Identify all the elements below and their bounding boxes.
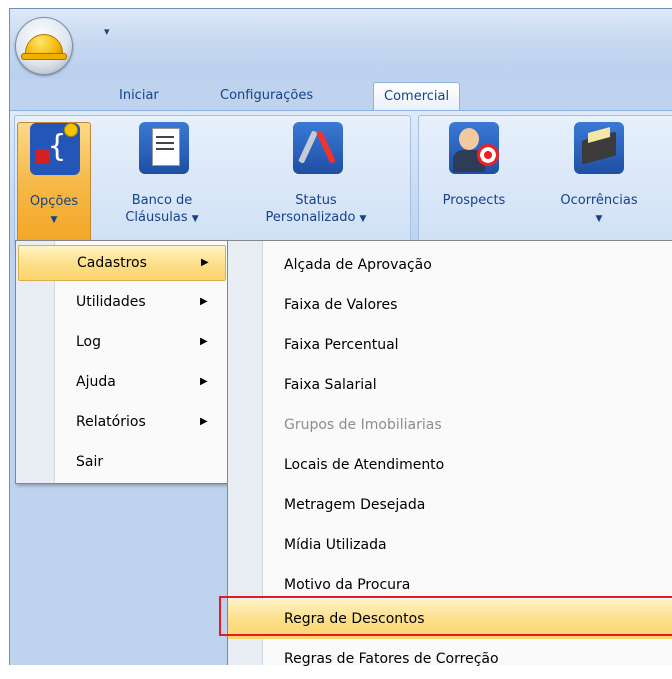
menu-item-ajuda[interactable]: Ajuda ▶: [18, 365, 224, 399]
submenu-item-faixa-valores[interactable]: Faixa de Valores: [228, 285, 672, 325]
status-personalizado-button[interactable]: Status Personalizado ▼: [241, 122, 391, 240]
ribbon-group-1: { Opções ▼ Banco de Cláusulas ▼ Status Pers…: [14, 115, 411, 247]
prospects-icon: [449, 122, 499, 174]
app-menu-orb[interactable]: [15, 17, 73, 75]
submenu-arrow-icon: ▶: [200, 296, 208, 307]
prospects-button[interactable]: Prospects: [429, 122, 519, 240]
title-bar: ▾: [10, 9, 672, 79]
opcoes-button[interactable]: { Opções ▼: [17, 122, 91, 242]
tab-iniciar[interactable]: Iniciar: [119, 82, 159, 110]
status-icon: [293, 122, 343, 174]
banco-clausulas-button[interactable]: Banco de Cláusulas ▼: [117, 122, 207, 240]
quick-access-customize-icon[interactable]: ▾: [104, 25, 110, 38]
highlight-box: [219, 596, 672, 636]
submenu-item-metragem[interactable]: Metragem Desejada: [228, 485, 672, 525]
submenu-item-faixa-salarial[interactable]: Faixa Salarial: [228, 365, 672, 405]
menu-item-utilidades[interactable]: Utilidades ▶: [18, 285, 224, 319]
submenu-arrow-icon: ▶: [200, 376, 208, 387]
submenu-item-midia[interactable]: Mídia Utilizada: [228, 525, 672, 565]
ribbon: { Opções ▼ Banco de Cláusulas ▼ Status Pers…: [10, 110, 672, 251]
menu-item-log[interactable]: Log ▶: [18, 325, 224, 359]
submenu-item-alcada[interactable]: Alçada de Aprovação: [228, 245, 672, 285]
occurrences-icon: [574, 122, 624, 174]
submenu-item-faixa-percentual[interactable]: Faixa Percentual: [228, 325, 672, 365]
menu-item-cadastros[interactable]: Cadastros ▶: [18, 245, 226, 281]
ribbon-group-2: Prospects Ocorrências ▼: [418, 115, 672, 247]
clauses-icon: [139, 122, 189, 174]
submenu-arrow-icon: ▶: [200, 416, 208, 427]
tab-configuracoes[interactable]: Configurações: [220, 82, 313, 110]
submenu-arrow-icon: ▶: [200, 336, 208, 347]
tab-comercial[interactable]: Comercial: [373, 82, 461, 111]
ocorrencias-button[interactable]: Ocorrências ▼: [544, 122, 654, 240]
submenu-arrow-icon: ▶: [201, 257, 209, 268]
submenu-item-regras-fatores[interactable]: Regras de Fatores de Correção: [228, 639, 672, 679]
submenu-item-locais-atendimento[interactable]: Locais de Atendimento: [228, 445, 672, 485]
opcoes-menu: Cadastros ▶ Utilidades ▶ Log ▶ Ajuda ▶ Relat…: [15, 240, 229, 484]
menu-item-sair[interactable]: Sair: [18, 445, 224, 479]
submenu-item-grupos-imobiliarias: Grupos de Imobiliarias: [284, 417, 442, 433]
menu-item-relatorios[interactable]: Relatórios ▶: [18, 405, 224, 439]
options-icon: {: [30, 123, 80, 175]
